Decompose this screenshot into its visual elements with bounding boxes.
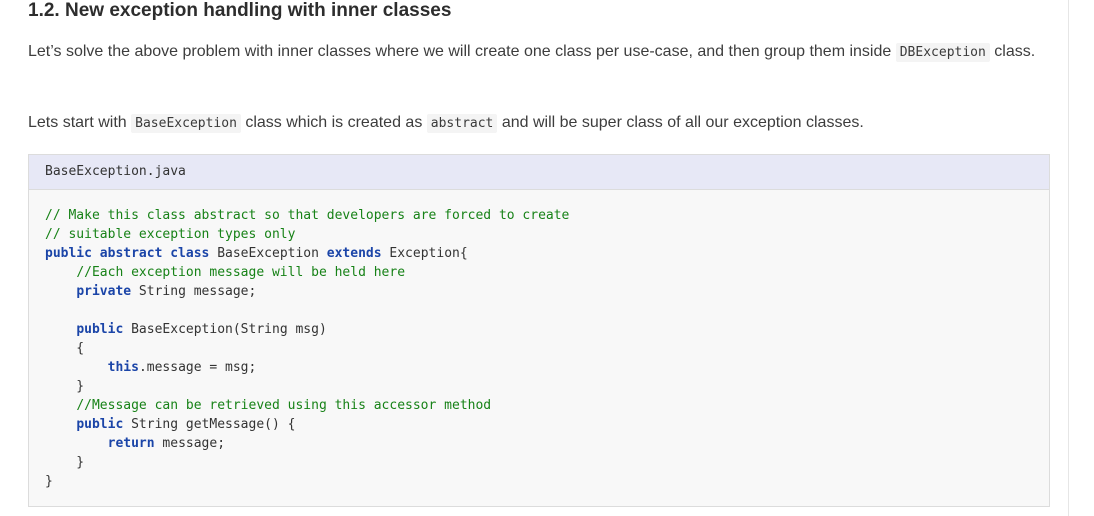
- para2-text-before: Lets start with: [28, 114, 132, 131]
- code-keyword: this: [107, 360, 139, 375]
- content-divider: [1068, 0, 1069, 516]
- intro-text-before: Let’s solve the above problem with inner…: [28, 43, 896, 60]
- code-line: }: [45, 377, 1049, 396]
- code-line: {: [45, 339, 1049, 358]
- code-keyword: public: [76, 417, 124, 432]
- code-line: this.message = msg;: [45, 358, 1049, 377]
- code-text: }: [45, 455, 85, 470]
- code-line: // Make this class abstract so that deve…: [45, 206, 1049, 225]
- code-line: // suitable exception types only: [45, 225, 1049, 244]
- para2-text-mid: class which is created as: [240, 114, 427, 131]
- section-heading: 1.2. New exception handling with inner c…: [28, 0, 452, 21]
- code-text: String getMessage() {: [123, 417, 296, 432]
- code-keyword: return: [107, 436, 155, 451]
- para2-text-after: and will be super class of all our excep…: [497, 114, 864, 131]
- code-block[interactable]: BaseException.java // Make this class ab…: [28, 154, 1050, 507]
- code-keyword: private: [76, 284, 132, 299]
- code-line: public abstract class BaseException exte…: [45, 244, 1049, 263]
- inline-code-baseexception: BaseException: [131, 114, 241, 133]
- inline-code-dbexception: DBException: [895, 43, 990, 62]
- code-text: {: [45, 341, 85, 356]
- code-text: String message;: [131, 284, 257, 299]
- code-line: //Message can be retrieved using this ac…: [45, 396, 1049, 415]
- code-text: }: [45, 474, 53, 489]
- code-content[interactable]: // Make this class abstract so that deve…: [29, 190, 1049, 491]
- code-keyword: public abstract class: [45, 246, 210, 261]
- code-comment: // Make this class abstract so that deve…: [45, 208, 570, 223]
- inline-code-abstract: abstract: [426, 114, 498, 133]
- code-text: message;: [154, 436, 226, 451]
- intro-text-after: class.: [989, 43, 1036, 60]
- code-line: public BaseException(String msg): [45, 320, 1049, 339]
- code-line: }: [45, 472, 1049, 491]
- code-comment: //Each exception message will be held he…: [76, 265, 406, 280]
- code-text: BaseException(String msg): [123, 322, 327, 337]
- code-keyword: public: [76, 322, 124, 337]
- code-line: //Each exception message will be held he…: [45, 263, 1049, 282]
- code-text: Exception{: [381, 246, 468, 261]
- intro-paragraph: Let’s solve the above problem with inner…: [28, 38, 1050, 67]
- code-filename: BaseException.java: [29, 155, 1049, 190]
- code-text: BaseException: [209, 246, 327, 261]
- code-keyword: extends: [326, 246, 382, 261]
- code-text: .message = msg;: [138, 360, 257, 375]
- code-text: }: [45, 379, 85, 394]
- code-comment: // suitable exception types only: [45, 227, 296, 242]
- code-line: return message;: [45, 434, 1049, 453]
- code-comment: //Message can be retrieved using this ac…: [76, 398, 492, 413]
- code-line: public String getMessage() {: [45, 415, 1049, 434]
- base-exception-paragraph: Lets start with BaseException class whic…: [28, 109, 1050, 138]
- code-line: }: [45, 453, 1049, 472]
- code-line: private String message;: [45, 282, 1049, 301]
